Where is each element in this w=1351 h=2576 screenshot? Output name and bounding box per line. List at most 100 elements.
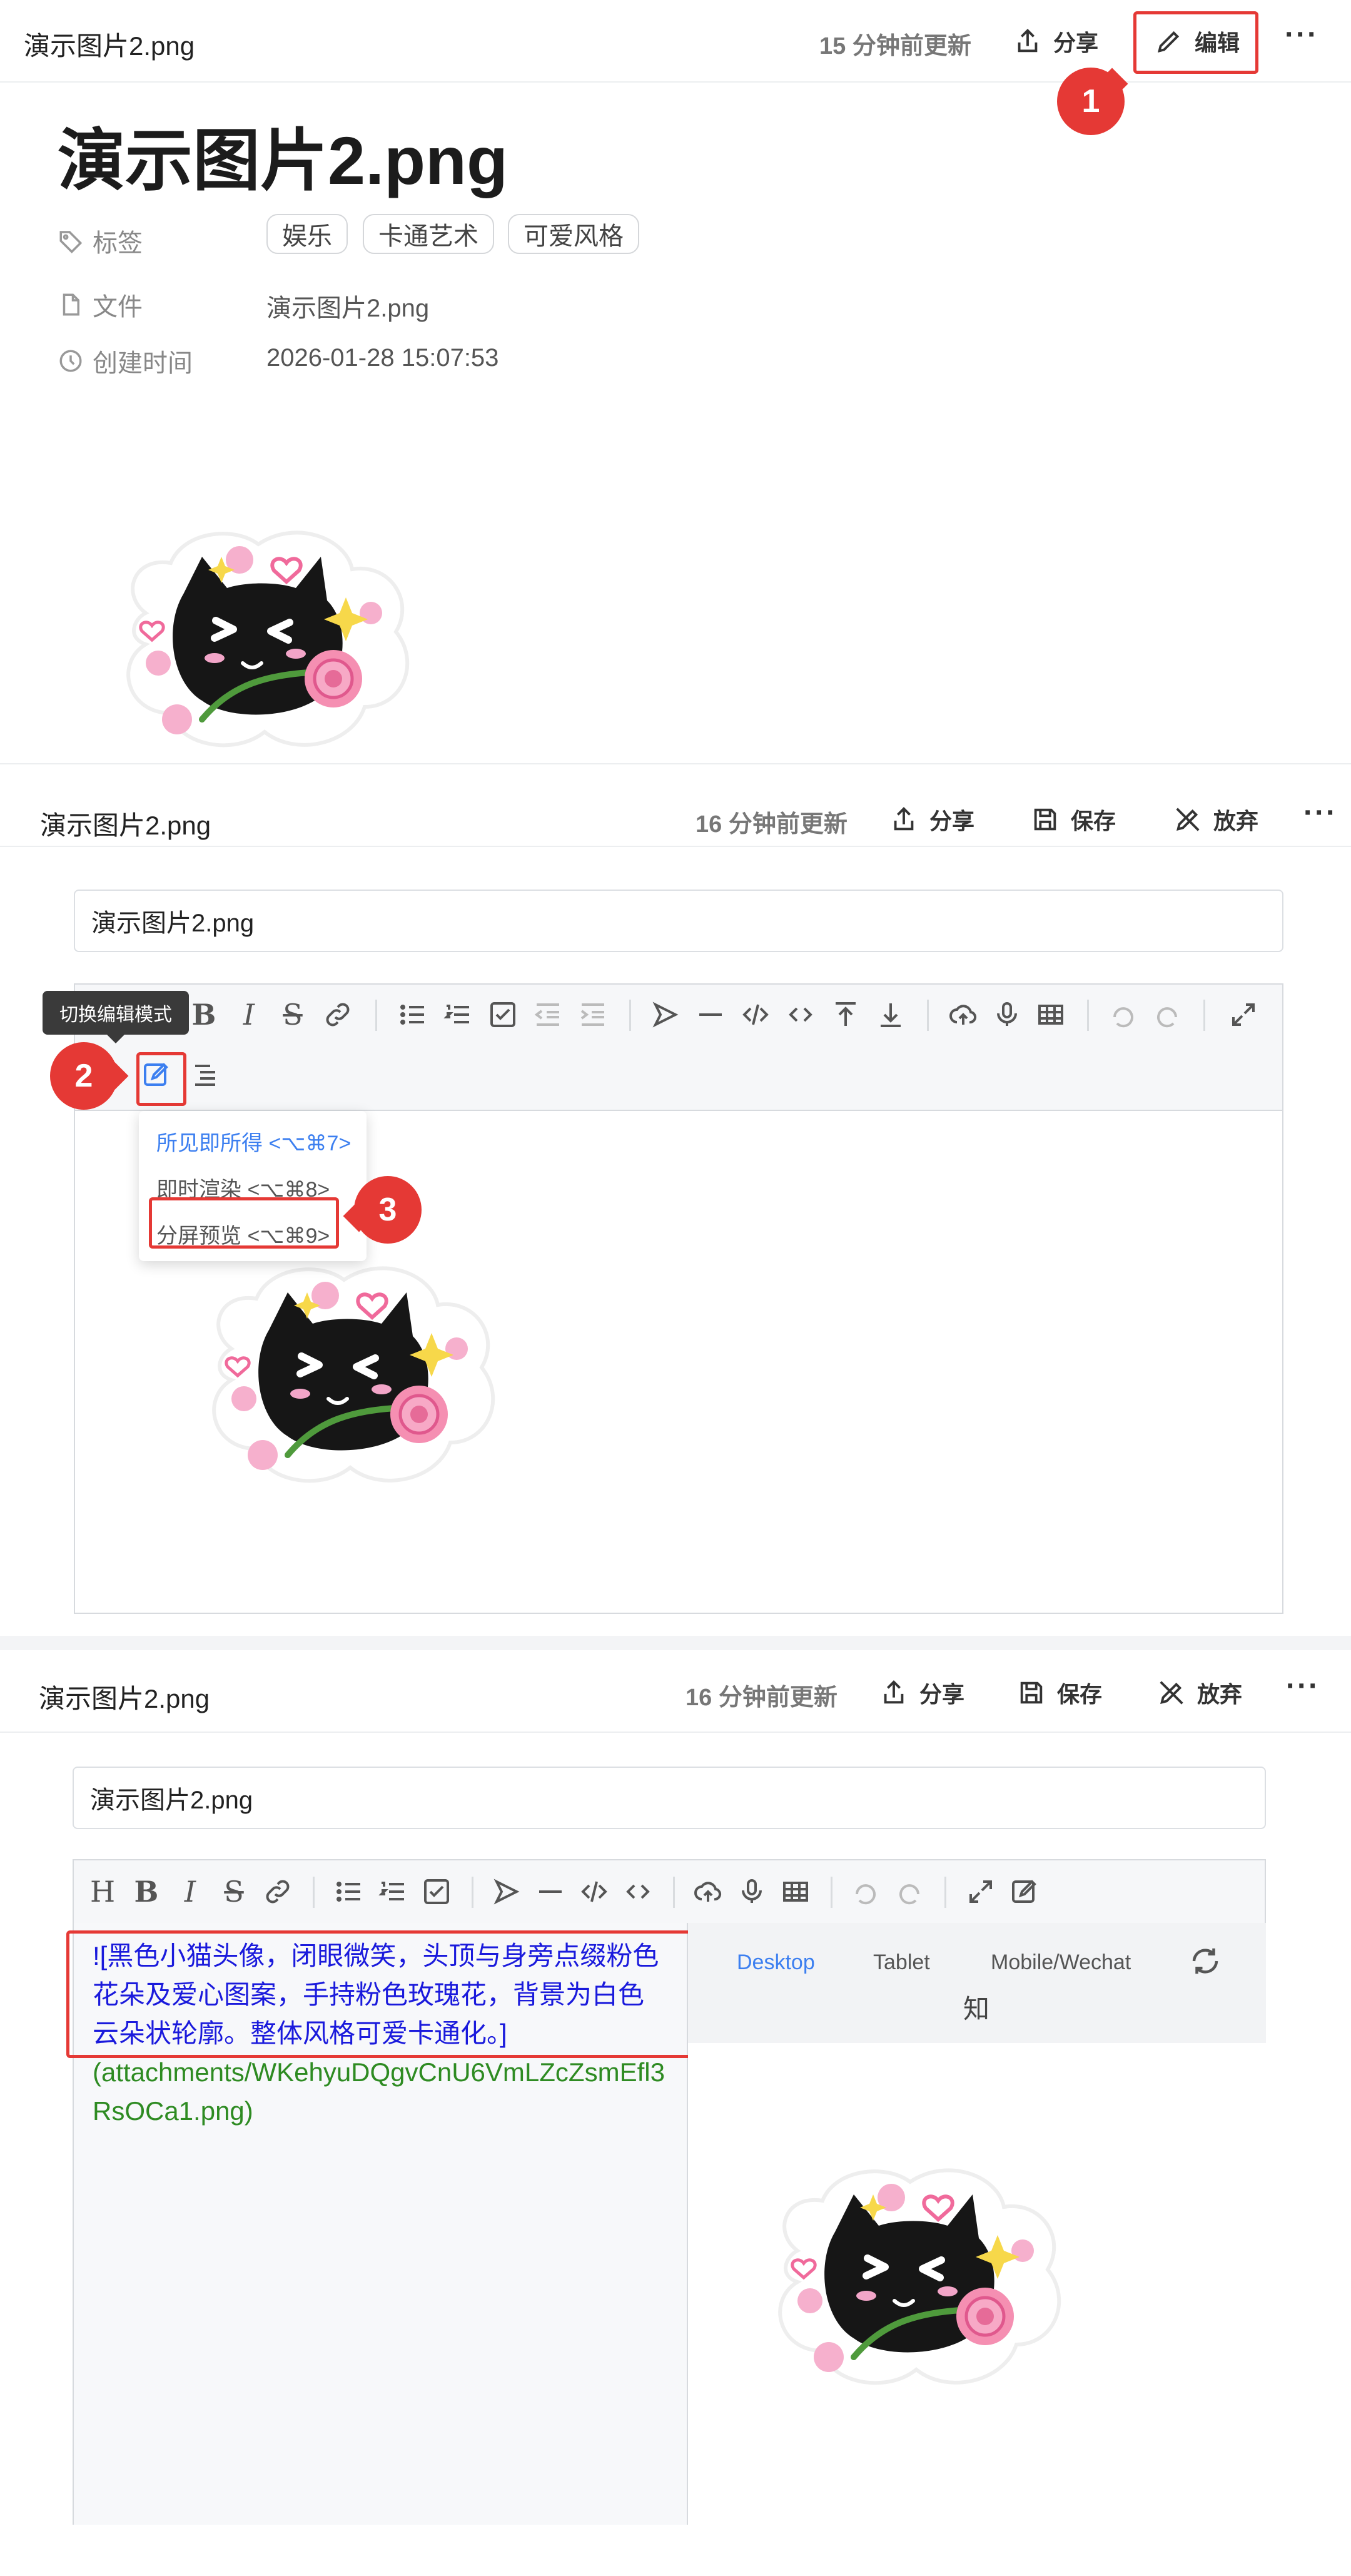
table-icon[interactable] (1033, 997, 1068, 1032)
code-block-icon[interactable] (738, 997, 773, 1032)
heading-icon[interactable]: H (85, 1874, 120, 1909)
upload-icon[interactable] (946, 997, 981, 1032)
tag-chip[interactable]: 娱乐 (266, 214, 348, 254)
highlight-split-preview (149, 1197, 339, 1249)
share-icon (1018, 29, 1038, 53)
top-bar-title: 演示图片2.png (39, 1684, 210, 1713)
italic-icon[interactable]: I (173, 1874, 208, 1909)
share-button[interactable]: 分享 (889, 803, 974, 836)
edit-mode-icon[interactable] (1007, 1874, 1042, 1909)
toolbar-separator (673, 1877, 675, 1908)
ordered-list-icon[interactable] (440, 997, 475, 1032)
share-button[interactable]: 分享 (1013, 25, 1098, 58)
link-icon[interactable] (260, 1874, 295, 1909)
title-input[interactable]: 演示图片2.png (74, 890, 1283, 952)
discard-icon (1160, 1681, 1183, 1705)
created-label: 创建时间 (93, 350, 193, 377)
insert-after-icon[interactable] (873, 997, 908, 1032)
refresh-icon[interactable] (1188, 1944, 1222, 1978)
horizontal-rule-icon[interactable] (693, 997, 728, 1032)
italic-icon[interactable]: I (231, 997, 266, 1032)
undo-icon[interactable] (1106, 997, 1141, 1032)
toolbar-separator (831, 1877, 832, 1908)
inline-code-icon[interactable] (620, 1874, 655, 1909)
more-options-button[interactable]: ··· (1286, 1669, 1320, 1703)
markdown-editor: B I S (74, 983, 1283, 1614)
strike-icon[interactable]: S (216, 1874, 251, 1909)
fullscreen-icon[interactable] (963, 1874, 998, 1909)
outline-icon[interactable] (188, 1057, 223, 1092)
panel-edit-mode: 演示图片2.png 16 分钟前更新 分享 保存 放弃 ··· 演示图片2.pn… (0, 763, 1351, 1636)
more-options-button[interactable]: ··· (1285, 18, 1318, 52)
discard-icon (1176, 808, 1200, 831)
markdown-image-path: (attachments/WKehyuDQgvCnU6VmLZcZsmEfl3R… (93, 2057, 665, 2126)
indent-icon[interactable] (575, 997, 610, 1032)
outdent-icon[interactable] (530, 997, 565, 1032)
save-label: 保存 (1071, 808, 1116, 834)
bullet-list-icon[interactable] (331, 1874, 367, 1909)
tag-chip[interactable]: 卡通艺术 (363, 214, 494, 254)
redo-icon[interactable] (892, 1874, 927, 1909)
link-icon[interactable] (320, 997, 355, 1032)
strike-icon[interactable]: S (275, 997, 310, 1032)
horizontal-rule-icon[interactable] (533, 1874, 568, 1909)
upload-icon[interactable] (691, 1874, 726, 1909)
menu-item-wysiwyg[interactable]: 所见即所得 <⌥⌘7> (156, 1126, 351, 1157)
bullet-list-icon[interactable] (395, 997, 430, 1032)
preview-pane: Desktop Tablet Mobile/Wechat 知 (688, 1923, 1266, 2525)
discard-label: 放弃 (1197, 1681, 1243, 1707)
quote-icon[interactable] (648, 997, 683, 1032)
insert-before-icon[interactable] (828, 997, 863, 1032)
record-icon[interactable] (989, 997, 1025, 1032)
tag-chip[interactable]: 可爱风格 (508, 214, 639, 254)
code-block-icon[interactable] (577, 1874, 612, 1909)
undo-icon[interactable] (848, 1874, 883, 1909)
toolbar-separator (313, 1877, 315, 1908)
tab-desktop[interactable]: Desktop (737, 1950, 815, 1975)
inline-code-icon[interactable] (783, 997, 818, 1032)
table-icon[interactable] (778, 1874, 813, 1909)
tab-mobile-wechat[interactable]: Mobile/Wechat (991, 1950, 1131, 1975)
clock-icon (59, 350, 82, 372)
step-badge-1: 1 (1057, 68, 1125, 135)
editor-toolbar: B I S (75, 985, 1282, 1111)
ordered-list-icon[interactable] (375, 1874, 410, 1909)
panel-split-preview: 演示图片2.png 16 分钟前更新 分享 保存 放弃 ··· 演示图片2.pn… (0, 1650, 1351, 2576)
record-icon[interactable] (734, 1874, 769, 1909)
share-label: 分享 (1053, 30, 1099, 56)
toolbar-separator (472, 1877, 473, 1908)
zhihu-icon[interactable]: 知 (963, 1988, 989, 2026)
discard-button[interactable]: 放弃 (1173, 803, 1258, 836)
save-icon (1034, 808, 1056, 831)
discard-button[interactable]: 放弃 (1157, 1676, 1242, 1709)
more-options-button[interactable]: ··· (1303, 796, 1337, 830)
tab-tablet[interactable]: Tablet (873, 1950, 930, 1975)
bold-icon[interactable]: B (129, 1874, 164, 1909)
step-badge-2: 2 (50, 1042, 118, 1110)
updated-time: 16 分钟前更新 (686, 1685, 837, 1711)
toolbar-separator (375, 1000, 377, 1031)
top-bar: 演示图片2.png 16 分钟前更新 分享 保存 放弃 ··· (0, 763, 1351, 847)
updated-time: 15 分钟前更新 (819, 33, 971, 59)
file-label-row: 文件 (58, 287, 143, 323)
bold-icon[interactable]: B (186, 997, 221, 1032)
split-editor: H B I S ![黑色小猫头像，闭眼微笑，头顶与身旁点缀粉色花朵及爱心图案，手… (66, 1859, 1266, 2525)
step-badge-3: 3 (354, 1176, 422, 1244)
share-button[interactable]: 分享 (879, 1676, 964, 1709)
cat-sticker (105, 519, 424, 757)
quote-icon[interactable] (489, 1874, 524, 1909)
redo-icon[interactable] (1150, 997, 1185, 1032)
save-button[interactable]: 保存 (1031, 803, 1116, 836)
share-label: 分享 (919, 1681, 965, 1707)
created-label-row: 创建时间 (58, 343, 193, 379)
tags-label-row: 标签 (58, 223, 143, 259)
title-input[interactable]: 演示图片2.png (73, 1767, 1266, 1829)
fullscreen-icon[interactable] (1226, 997, 1261, 1032)
checklist-icon[interactable] (419, 1874, 454, 1909)
save-button[interactable]: 保存 (1017, 1676, 1102, 1709)
created-value: 2026-01-28 15:07:53 (266, 344, 499, 372)
checklist-icon[interactable] (485, 997, 520, 1032)
toolbar-separator (1087, 1000, 1089, 1031)
toolbar-separator (927, 1000, 929, 1031)
file-icon (63, 293, 79, 316)
